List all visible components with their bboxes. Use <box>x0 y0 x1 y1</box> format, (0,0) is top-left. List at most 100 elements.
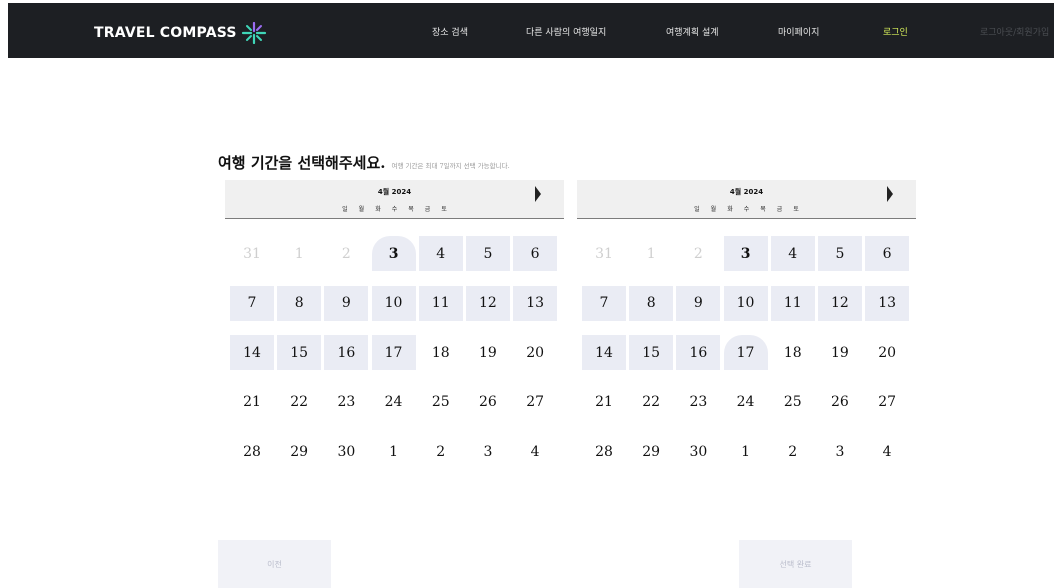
brand-logo[interactable]: TRAVEL COMPASS <box>94 22 267 44</box>
day-cell-selected[interactable]: 12 <box>817 285 862 321</box>
page-title: 여행 기간을 선택해주세요. <box>218 154 386 172</box>
next-month-button[interactable] <box>887 186 893 202</box>
day-cell-selected[interactable]: 9 <box>324 285 369 321</box>
day-cell[interactable]: 2 <box>676 236 720 271</box>
calendar-header: 4월 2024 일 월 화 수 목 금 토 <box>225 180 564 219</box>
day-cell[interactable]: 4 <box>513 434 557 469</box>
weekday-label: 금 <box>424 206 431 213</box>
day-cell[interactable]: 23 <box>324 385 368 420</box>
day-cell-selected[interactable]: 13 <box>865 285 910 321</box>
weekday-label: 금 <box>776 206 783 213</box>
day-cell[interactable]: 30 <box>676 434 720 469</box>
day-cell[interactable]: 29 <box>629 434 673 469</box>
day-cell-selected[interactable]: 5 <box>465 236 510 271</box>
day-cell[interactable]: 4 <box>865 434 909 469</box>
day-cell[interactable]: 31 <box>230 236 274 271</box>
day-cell-selected[interactable]: 3 <box>723 236 768 271</box>
day-cell[interactable]: 29 <box>277 434 321 469</box>
day-cell-selected[interactable]: 10 <box>371 285 416 321</box>
day-cell-selected[interactable]: 17 <box>371 335 416 370</box>
day-cell[interactable]: 3 <box>818 434 862 469</box>
weekday-label: 일 <box>342 206 348 213</box>
day-cell[interactable]: 22 <box>629 385 673 420</box>
day-cell-selected[interactable]: 10 <box>723 285 768 321</box>
day-cell-selected[interactable]: 11 <box>770 285 815 321</box>
day-cell[interactable]: 24 <box>372 385 416 420</box>
day-cell[interactable]: 20 <box>513 335 557 370</box>
day-cell[interactable]: 24 <box>724 385 768 420</box>
day-cell[interactable]: 19 <box>466 335 510 370</box>
weekday-label: 월 <box>710 206 717 213</box>
day-cell[interactable]: 25 <box>771 385 815 420</box>
day-cell[interactable]: 2 <box>324 236 368 271</box>
day-cell[interactable]: 27 <box>865 385 909 420</box>
day-cell[interactable]: 2 <box>771 434 815 469</box>
day-cell[interactable]: 28 <box>230 434 274 469</box>
nav-signup[interactable]: 로그아웃/회원가입 <box>980 25 1049 38</box>
day-cell[interactable]: 18 <box>771 335 815 370</box>
day-cell[interactable]: 26 <box>466 385 510 420</box>
nav-others-journals[interactable]: 다른 사람의 여행일지 <box>526 25 606 38</box>
weekday-row: 일 월 화 수 목 금 토 <box>577 204 916 213</box>
brand-name: TRAVEL COMPASS <box>94 25 237 41</box>
day-cell-selected[interactable]: 6 <box>513 236 558 271</box>
day-cell-range-start[interactable]: 3 <box>371 236 416 271</box>
day-cell[interactable]: 25 <box>419 385 463 420</box>
weekday-label: 목 <box>408 206 414 213</box>
day-cell-selected[interactable]: 15 <box>277 335 322 370</box>
day-cell[interactable]: 2 <box>419 434 463 469</box>
day-cell-range-end[interactable]: 17 <box>723 335 768 370</box>
day-cell-selected[interactable]: 11 <box>418 285 463 321</box>
day-cell[interactable]: 23 <box>676 385 720 420</box>
day-cell-selected[interactable]: 7 <box>230 285 274 321</box>
next-month-button[interactable] <box>535 186 541 202</box>
day-cell[interactable]: 31 <box>582 236 626 271</box>
weekday-label: 목 <box>760 206 766 213</box>
weekday-row: 일 월 화 수 목 금 토 <box>225 204 564 213</box>
weekday-label: 화 <box>727 206 733 213</box>
confirm-selection-button[interactable]: 선택 완료 <box>739 540 852 588</box>
month-label: 4월 2024 <box>729 188 764 196</box>
day-cell-selected[interactable]: 14 <box>582 335 626 370</box>
day-cell-selected[interactable]: 8 <box>277 285 322 321</box>
day-cell-selected[interactable]: 5 <box>817 236 862 271</box>
day-cell-selected[interactable]: 16 <box>676 335 721 370</box>
day-cell[interactable]: 30 <box>324 434 368 469</box>
compass-star-icon <box>241 22 266 44</box>
day-cell-selected[interactable]: 9 <box>676 285 721 321</box>
day-cell[interactable]: 20 <box>865 335 909 370</box>
day-cell[interactable]: 1 <box>372 434 416 469</box>
day-cell-selected[interactable]: 8 <box>629 285 674 321</box>
day-cell-selected[interactable]: 15 <box>629 335 674 370</box>
day-cell-selected[interactable]: 13 <box>513 285 558 321</box>
page-title-row: 여행 기간을 선택해주세요. 여행 기간은 최대 7일까지 선택 가능합니다. <box>218 152 510 173</box>
nav-trip-planning[interactable]: 여행계획 설계 <box>666 25 719 38</box>
previous-button[interactable]: 이전 <box>218 540 331 588</box>
day-cell-selected[interactable]: 6 <box>865 236 910 271</box>
day-cell[interactable]: 26 <box>818 385 862 420</box>
day-cell[interactable]: 28 <box>582 434 626 469</box>
nav-login[interactable]: 로그인 <box>883 25 908 38</box>
day-cell[interactable]: 1 <box>277 236 321 271</box>
day-cell[interactable]: 19 <box>818 335 862 370</box>
day-cell-selected[interactable]: 4 <box>770 236 815 271</box>
weekday-label: 월 <box>358 206 365 213</box>
day-cell[interactable]: 3 <box>466 434 510 469</box>
day-cell-selected[interactable]: 7 <box>582 285 626 321</box>
day-cell-selected[interactable]: 4 <box>418 236 463 271</box>
day-cell[interactable]: 21 <box>230 385 274 420</box>
day-cell-selected[interactable]: 14 <box>230 335 274 370</box>
page-subtitle: 여행 기간은 최대 7일까지 선택 가능합니다. <box>391 162 510 170</box>
day-cell[interactable]: 27 <box>513 385 557 420</box>
day-cell[interactable]: 1 <box>629 236 673 271</box>
day-cell[interactable]: 18 <box>419 335 463 370</box>
day-grid: 31 1 2 3 4 5 6 7 8 9 10 11 12 13 14 15 1… <box>582 236 910 469</box>
day-cell-selected[interactable]: 16 <box>324 335 369 370</box>
day-cell-selected[interactable]: 12 <box>465 285 510 321</box>
day-cell[interactable]: 21 <box>582 385 626 420</box>
nav-mypage[interactable]: 마이페이지 <box>778 25 819 38</box>
nav-place-search[interactable]: 장소 검색 <box>432 25 468 38</box>
day-cell[interactable]: 22 <box>277 385 321 420</box>
day-cell[interactable]: 1 <box>724 434 768 469</box>
weekday-label: 화 <box>375 206 381 213</box>
